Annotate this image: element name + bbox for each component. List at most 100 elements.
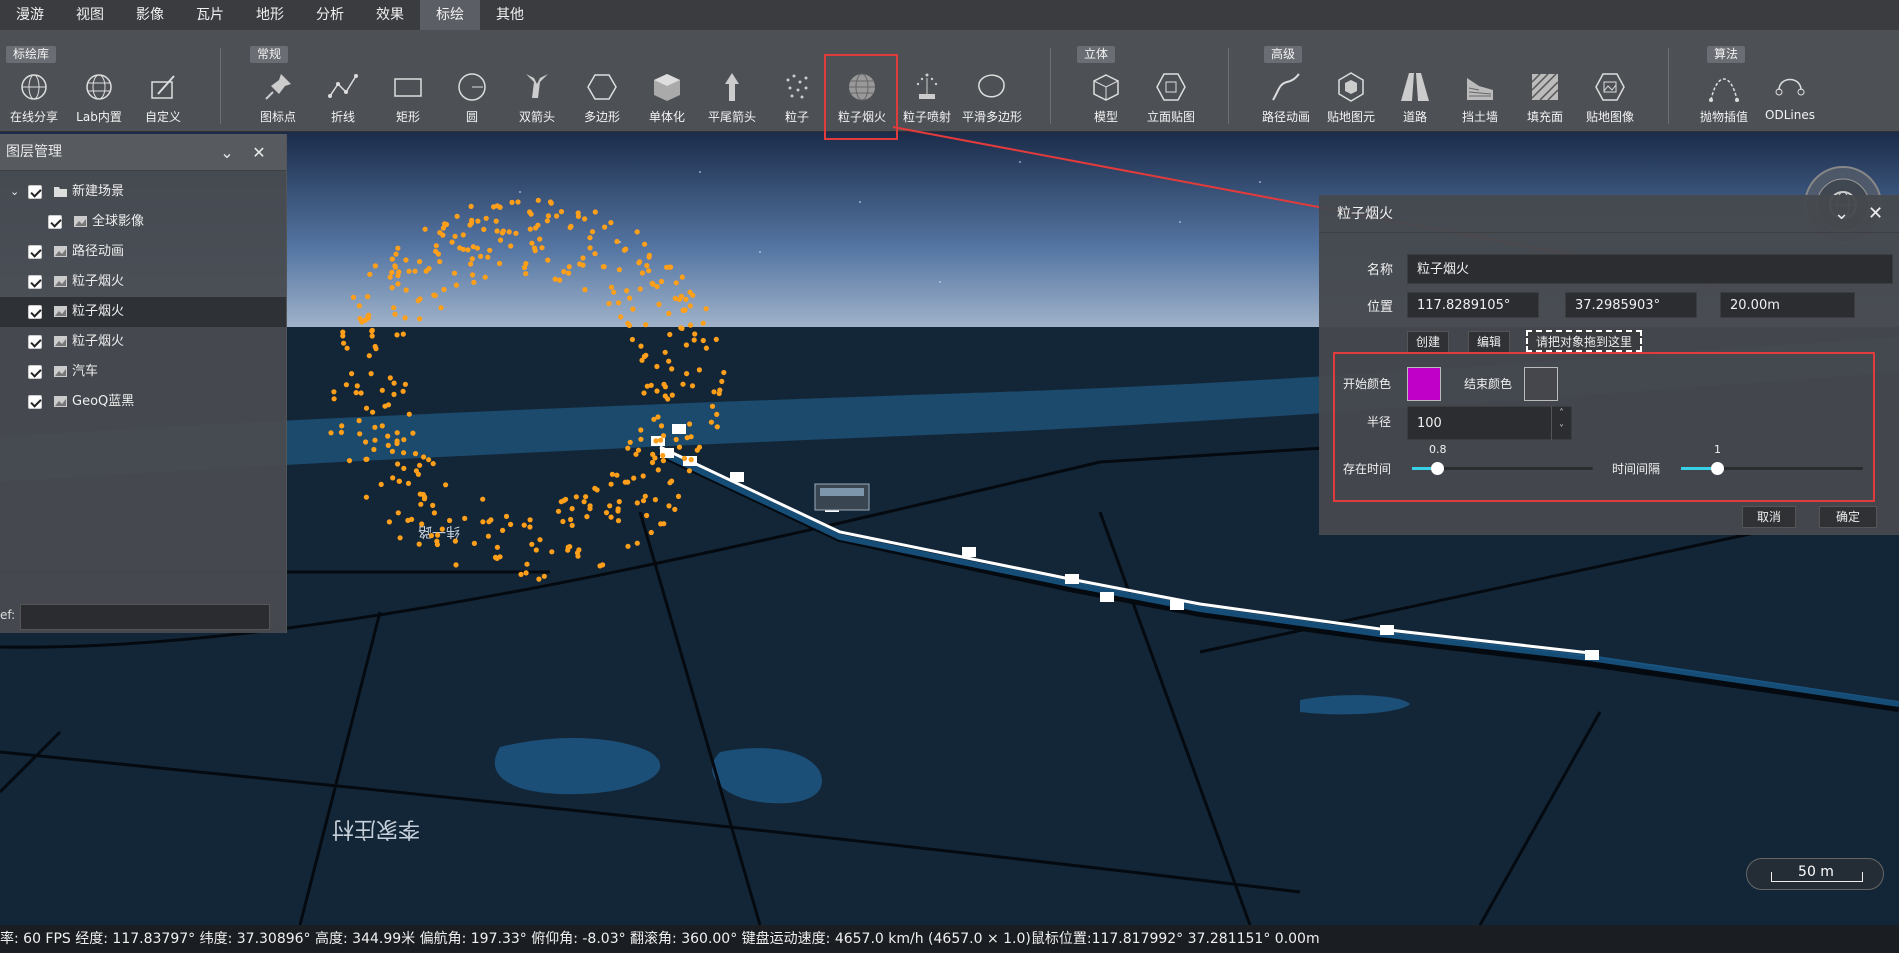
particle-dot [573, 494, 579, 500]
layer-panel-header: 图层管理 ⌄ ✕ [0, 134, 286, 171]
tree-item-new-scene[interactable]: ⌄ 新建场景 [0, 177, 286, 207]
particle-dot [662, 349, 668, 355]
drop-target[interactable]: 请把对象拖到这里 [1526, 330, 1643, 352]
layer-checkbox[interactable] [28, 245, 42, 259]
layer-checkbox[interactable] [28, 365, 42, 379]
particle-dot [494, 228, 500, 234]
particle-dot [666, 358, 672, 364]
particle-dot [615, 518, 622, 524]
tree-item-global-imagery[interactable]: 全球影像 [0, 207, 286, 237]
tool-facade-texture[interactable]: 立面贴图 [1139, 70, 1203, 128]
menu-tab-analysis[interactable]: 分析 [300, 0, 360, 30]
tool-parabola[interactable]: 抛物插值 [1692, 70, 1756, 128]
menu-tab-tiles[interactable]: 瓦片 [180, 0, 240, 30]
particle-dot [386, 519, 392, 525]
tree-item-particle-firework[interactable]: 粒子烟火 [0, 327, 286, 357]
tree-item-particle-firework-selected[interactable]: 粒子烟火 [0, 297, 286, 327]
tool-retaining-wall[interactable]: 挡土墙 [1448, 70, 1512, 128]
tree-item-car[interactable]: 汽车 [0, 357, 286, 387]
tool-lab-builtin[interactable]: Lab内置 [67, 70, 131, 128]
particle-dot [616, 499, 622, 505]
tool-particle-emit[interactable]: 粒子喷射 [895, 70, 959, 128]
layer-checkbox[interactable] [28, 305, 42, 319]
layer-checkbox[interactable] [28, 185, 42, 199]
expand-chevron-icon[interactable]: ⌄ [10, 177, 19, 207]
tree-item-particle-firework[interactable]: 粒子烟火 [0, 267, 286, 297]
longitude-input[interactable]: 117.8289105° [1407, 292, 1539, 318]
edit-button[interactable]: 编辑 [1468, 331, 1511, 353]
layer-checkbox[interactable] [28, 275, 42, 289]
layer-checkbox[interactable] [28, 335, 42, 349]
tool-online-share[interactable]: 在线分享 [2, 70, 66, 128]
tool-polygon[interactable]: 多边形 [570, 70, 634, 128]
particle-dot [422, 226, 428, 232]
tool-circle[interactable]: 圆 [440, 70, 504, 128]
layer-checkbox[interactable] [28, 395, 42, 409]
circle-icon [458, 73, 486, 101]
particle-dot [417, 259, 423, 265]
image-layer-icon [54, 246, 67, 257]
particle-dot [350, 294, 357, 300]
ok-button[interactable]: 确定 [1819, 506, 1877, 528]
settings-highlight-box [1333, 352, 1875, 502]
tool-odlines[interactable]: ODLines [1758, 70, 1822, 128]
particle-dot [391, 380, 397, 386]
menu-tab-terrain[interactable]: 地形 [240, 0, 300, 30]
height-input[interactable]: 20.00m [1720, 292, 1855, 318]
collapse-chevron-icon[interactable]: ⌄ [216, 134, 238, 171]
particle-dot [539, 245, 545, 251]
tool-polyline[interactable]: 折线 [311, 70, 375, 128]
particle-dot [527, 209, 533, 215]
layer-checkbox[interactable] [48, 215, 62, 229]
particle-dot [387, 274, 393, 280]
particle-dot [608, 481, 614, 487]
create-button[interactable]: 创建 [1407, 331, 1450, 353]
particle-dot [544, 218, 551, 224]
close-icon[interactable]: ✕ [1868, 195, 1883, 233]
tree-item-path-animation[interactable]: 路径动画 [0, 237, 286, 267]
tool-path-animation[interactable]: 路径动画 [1254, 70, 1318, 128]
particle-dot [372, 343, 378, 350]
particle-dot [675, 493, 682, 499]
tool-monomer[interactable]: 单体化 [635, 70, 699, 128]
menu-tab-other[interactable]: 其他 [480, 0, 540, 30]
tool-model[interactable]: 模型 [1074, 70, 1138, 128]
separator [1050, 48, 1051, 124]
menu-tab-imagery[interactable]: 影像 [120, 0, 180, 30]
particle-dot [356, 418, 362, 424]
menu-tab-plotting[interactable]: 标绘 [420, 0, 480, 30]
particle-dot [523, 570, 529, 576]
particle-dot [614, 238, 620, 245]
tool-fill-surface[interactable]: 填充面 [1513, 70, 1577, 128]
menu-tab-roam[interactable]: 漫游 [0, 0, 60, 30]
cancel-button[interactable]: 取消 [1742, 506, 1796, 528]
particle-dot [587, 503, 593, 509]
tool-icon-point[interactable]: 图标点 [246, 70, 310, 128]
tool-double-arrow[interactable]: 双箭头 [505, 70, 569, 128]
collapse-chevron-icon[interactable]: ⌄ [1834, 195, 1849, 233]
particle-dot [633, 451, 639, 457]
tool-road[interactable]: 道路 [1383, 70, 1447, 128]
tool-custom[interactable]: 自定义 [131, 70, 195, 128]
tool-flat-arrow[interactable]: 平尾箭头 [700, 70, 764, 128]
latitude-input[interactable]: 37.2985903° [1565, 292, 1697, 318]
tool-particle[interactable]: 粒子 [765, 70, 829, 128]
flat-arrow-icon [725, 73, 739, 101]
ref-input[interactable] [20, 604, 270, 630]
name-input[interactable]: 粒子烟火 [1407, 254, 1893, 284]
particle-dot [637, 286, 643, 292]
particle-dot [569, 506, 575, 512]
tool-smooth-polygon[interactable]: 平滑多边形 [960, 70, 1024, 128]
particle-dot [654, 283, 660, 290]
particle-dot [529, 240, 535, 246]
tool-ground-primitive[interactable]: 贴地图元 [1319, 70, 1383, 128]
close-icon[interactable]: ✕ [248, 134, 270, 171]
fountain-icon [916, 73, 938, 99]
tool-rectangle[interactable]: 矩形 [376, 70, 440, 128]
particle-dot [485, 533, 491, 539]
tool-ground-image[interactable]: 贴地图像 [1578, 70, 1642, 128]
menu-tab-view[interactable]: 视图 [60, 0, 120, 30]
tree-item-geoq-basemap[interactable]: GeoQ蓝黑 [0, 387, 286, 417]
particle-dot [343, 382, 349, 388]
menu-tab-effects[interactable]: 效果 [360, 0, 420, 30]
